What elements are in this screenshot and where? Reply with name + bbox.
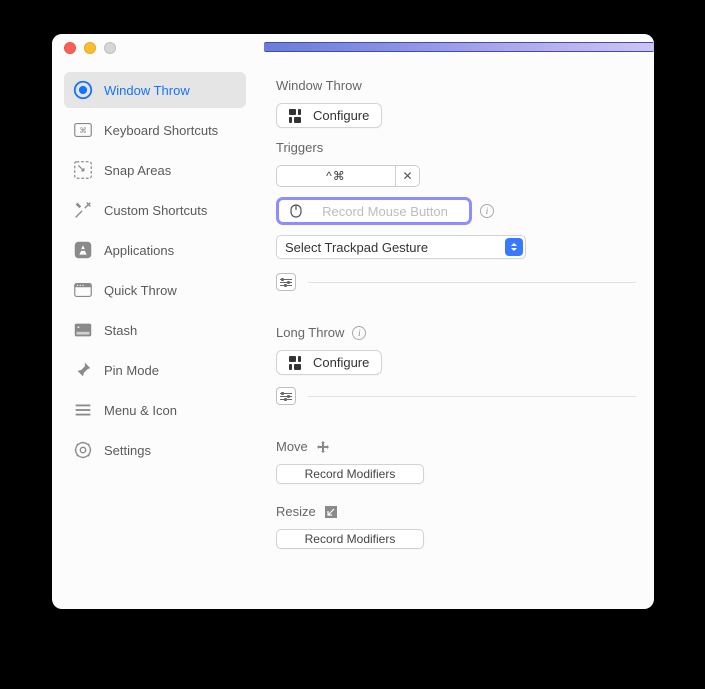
traffic-lights: [64, 42, 116, 54]
stash-icon: [72, 319, 94, 341]
resize-record-modifiers-button[interactable]: Record Modifiers: [276, 529, 424, 549]
move-icon: [316, 440, 330, 454]
select-arrows-icon: [505, 238, 523, 256]
sidebar-item-label: Quick Throw: [104, 283, 177, 298]
layout-icon: [289, 109, 305, 123]
preferences-window: Window Throw ⌘ Keyboard Shortcuts Snap A…: [52, 34, 654, 609]
layout-icon: [289, 356, 305, 370]
record-mouse-button-field[interactable]: Record Mouse Button: [276, 197, 472, 225]
resize-heading: Resize: [276, 504, 636, 519]
title-accent: [264, 42, 654, 52]
sidebar-item-settings[interactable]: Settings: [64, 432, 246, 468]
gear-icon: [72, 439, 94, 461]
sidebar-item-applications[interactable]: Applications: [64, 232, 246, 268]
keyboard-shortcut-recorder[interactable]: ^⌘ ✕: [276, 165, 636, 187]
sidebar-item-window-throw[interactable]: Window Throw: [64, 72, 246, 108]
sidebar: Window Throw ⌘ Keyboard Shortcuts Snap A…: [52, 62, 258, 609]
select-value: Select Trackpad Gesture: [285, 240, 428, 255]
tools-icon: [72, 199, 94, 221]
trackpad-gesture-select[interactable]: Select Trackpad Gesture: [276, 235, 526, 259]
resize-icon: [324, 505, 338, 519]
sidebar-item-menu-icon[interactable]: Menu & Icon: [64, 392, 246, 428]
content-pane: Window Throw Configure Triggers ^⌘ ✕: [258, 62, 654, 609]
sidebar-item-keyboard-shortcuts[interactable]: ⌘ Keyboard Shortcuts: [64, 112, 246, 148]
sidebar-item-label: Pin Mode: [104, 363, 159, 378]
sidebar-item-label: Snap Areas: [104, 163, 171, 178]
sidebar-item-label: Menu & Icon: [104, 403, 177, 418]
sidebar-item-label: Custom Shortcuts: [104, 203, 207, 218]
pin-icon: [72, 359, 94, 381]
svg-text:⌘: ⌘: [79, 126, 86, 135]
button-label: Configure: [313, 355, 369, 370]
triggers-heading: Triggers: [276, 140, 636, 155]
sidebar-item-label: Applications: [104, 243, 174, 258]
snap-areas-icon: [72, 159, 94, 181]
sidebar-item-label: Window Throw: [104, 83, 190, 98]
menu-icon: [72, 399, 94, 421]
sidebar-item-pin-mode[interactable]: Pin Mode: [64, 352, 246, 388]
button-label: Configure: [313, 108, 369, 123]
quick-throw-icon: [72, 279, 94, 301]
sidebar-item-custom-shortcuts[interactable]: Custom Shortcuts: [64, 192, 246, 228]
applications-icon: [72, 239, 94, 261]
filter-options-button[interactable]: [276, 387, 296, 405]
long-throw-heading: Long Throw i: [276, 325, 636, 340]
sidebar-item-label: Stash: [104, 323, 137, 338]
divider: [308, 396, 636, 397]
window-throw-configure-button[interactable]: Configure: [276, 103, 382, 128]
close-window-button[interactable]: [64, 42, 76, 54]
minimize-window-button[interactable]: [84, 42, 96, 54]
window-throw-icon: [72, 79, 94, 101]
clear-shortcut-button[interactable]: ✕: [396, 165, 420, 187]
info-icon[interactable]: i: [352, 326, 366, 340]
keyboard-icon: ⌘: [72, 119, 94, 141]
long-throw-configure-button[interactable]: Configure: [276, 350, 382, 375]
record-mouse-placeholder: Record Mouse Button: [311, 204, 459, 219]
sidebar-item-quick-throw[interactable]: Quick Throw: [64, 272, 246, 308]
sidebar-item-stash[interactable]: Stash: [64, 312, 246, 348]
filter-options-button[interactable]: [276, 273, 296, 291]
window-throw-heading: Window Throw: [276, 78, 636, 93]
mouse-icon: [289, 204, 303, 218]
zoom-window-button-disabled: [104, 42, 116, 54]
divider: [308, 282, 636, 283]
move-record-modifiers-button[interactable]: Record Modifiers: [276, 464, 424, 484]
move-heading: Move: [276, 439, 636, 454]
sidebar-item-label: Keyboard Shortcuts: [104, 123, 218, 138]
shortcut-value: ^⌘: [276, 165, 396, 187]
sidebar-item-label: Settings: [104, 443, 151, 458]
titlebar: [52, 34, 654, 62]
info-icon[interactable]: i: [480, 204, 494, 218]
sidebar-item-snap-areas[interactable]: Snap Areas: [64, 152, 246, 188]
